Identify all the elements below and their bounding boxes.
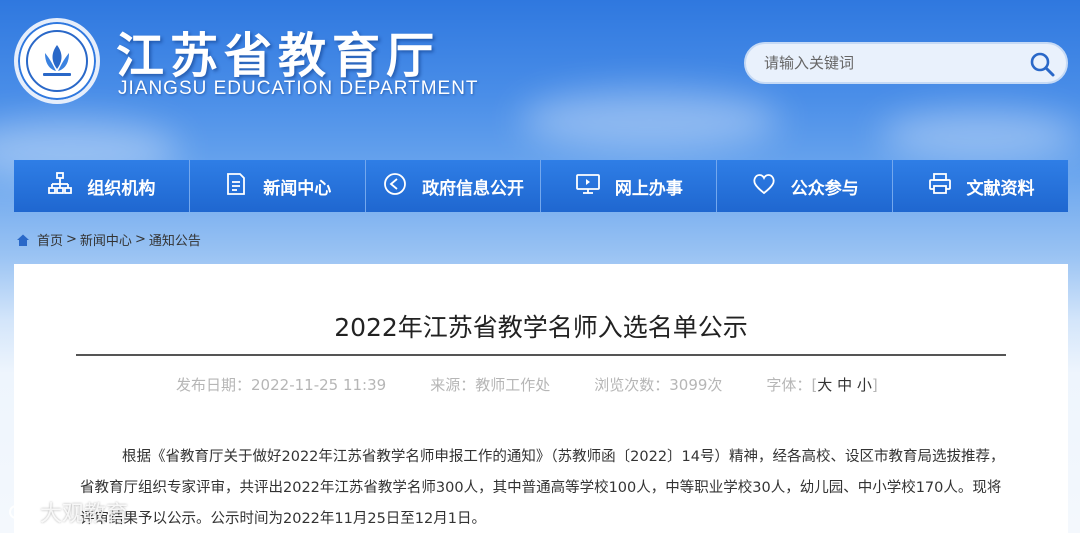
nav-item-news[interactable]: 新闻中心 <box>190 160 366 212</box>
logo-emblem-icon <box>26 30 88 92</box>
article-source: 来源：教师工作处 <box>430 376 551 394</box>
font-size-label: 字体： <box>766 376 812 394</box>
title-divider <box>76 354 1006 356</box>
circle-play-icon <box>382 171 408 202</box>
watermark-text: 大观教育 <box>40 502 129 527</box>
search-icon[interactable] <box>1028 50 1056 78</box>
org-chart-icon <box>47 171 73 202</box>
nav-label: 网上办事 <box>614 178 683 199</box>
breadcrumb-home[interactable]: 首页 <box>37 230 63 249</box>
monitor-icon <box>575 171 601 202</box>
view-count: 浏览次数：3099次 <box>594 376 723 394</box>
heart-icon <box>751 171 777 202</box>
publish-date: 发布日期：2022-11-25 11:39 <box>176 376 387 394</box>
breadcrumb-separator: > <box>66 232 77 247</box>
article-panel: 2022年江苏省教学名师入选名单公示 发布日期：2022-11-25 11:39… <box>14 264 1068 533</box>
watermark-icon <box>9 505 33 519</box>
article-meta: 发布日期：2022-11-25 11:39 来源：教师工作处 浏览次数：3099… <box>176 374 878 395</box>
nav-item-documents[interactable]: 文献资料 <box>893 160 1068 212</box>
nav-label: 公众参与 <box>790 178 859 199</box>
nav-item-public-participation[interactable]: 公众参与 <box>717 160 894 212</box>
font-size-medium[interactable]: 中 <box>837 376 852 394</box>
nav-item-org[interactable]: 组织机构 <box>14 160 190 212</box>
nav-label: 组织机构 <box>87 178 156 199</box>
site-title: 江苏省教育厅 <box>116 28 441 84</box>
breadcrumb-news-center[interactable]: 新闻中心 <box>80 230 132 249</box>
search-box <box>744 42 1068 84</box>
nav-item-online-service[interactable]: 网上办事 <box>541 160 718 212</box>
nav-item-gov-info[interactable]: 政府信息公开 <box>366 160 542 212</box>
font-size-large[interactable]: 大 <box>817 376 832 394</box>
article-body: 根据《省教育厅关于做好2022年江苏省教学名师申报工作的通知》（苏教师函〔202… <box>80 449 1005 527</box>
sky-cloud-decoration <box>520 90 780 150</box>
breadcrumb-notices[interactable]: 通知公告 <box>149 230 201 249</box>
site-logo[interactable] <box>14 18 100 104</box>
breadcrumb: 首页 > 新闻中心 > 通知公告 <box>16 230 201 249</box>
printer-icon <box>927 171 953 202</box>
article-title: 2022年江苏省教学名师入选名单公示 <box>334 313 748 342</box>
search-input[interactable] <box>764 54 1014 72</box>
font-size-switcher: 字体：[大 中 小] <box>766 376 878 394</box>
font-size-small[interactable]: 小 <box>857 376 872 394</box>
home-icon <box>16 233 30 247</box>
breadcrumb-separator: > <box>134 232 146 247</box>
main-nav: 组织机构 新闻中心 政府信息公开 网上办事 公众参与 文献资料 <box>14 160 1068 212</box>
watermark: 大观教育 <box>8 496 128 528</box>
sky-cloud-decoration <box>880 110 1080 160</box>
site-subtitle: JIANGSU EDUCATION DEPARTMENT <box>118 78 479 99</box>
nav-label: 政府信息公开 <box>422 178 525 199</box>
nav-label: 新闻中心 <box>263 178 332 199</box>
nav-label: 文献资料 <box>966 178 1035 199</box>
document-icon <box>223 171 249 202</box>
